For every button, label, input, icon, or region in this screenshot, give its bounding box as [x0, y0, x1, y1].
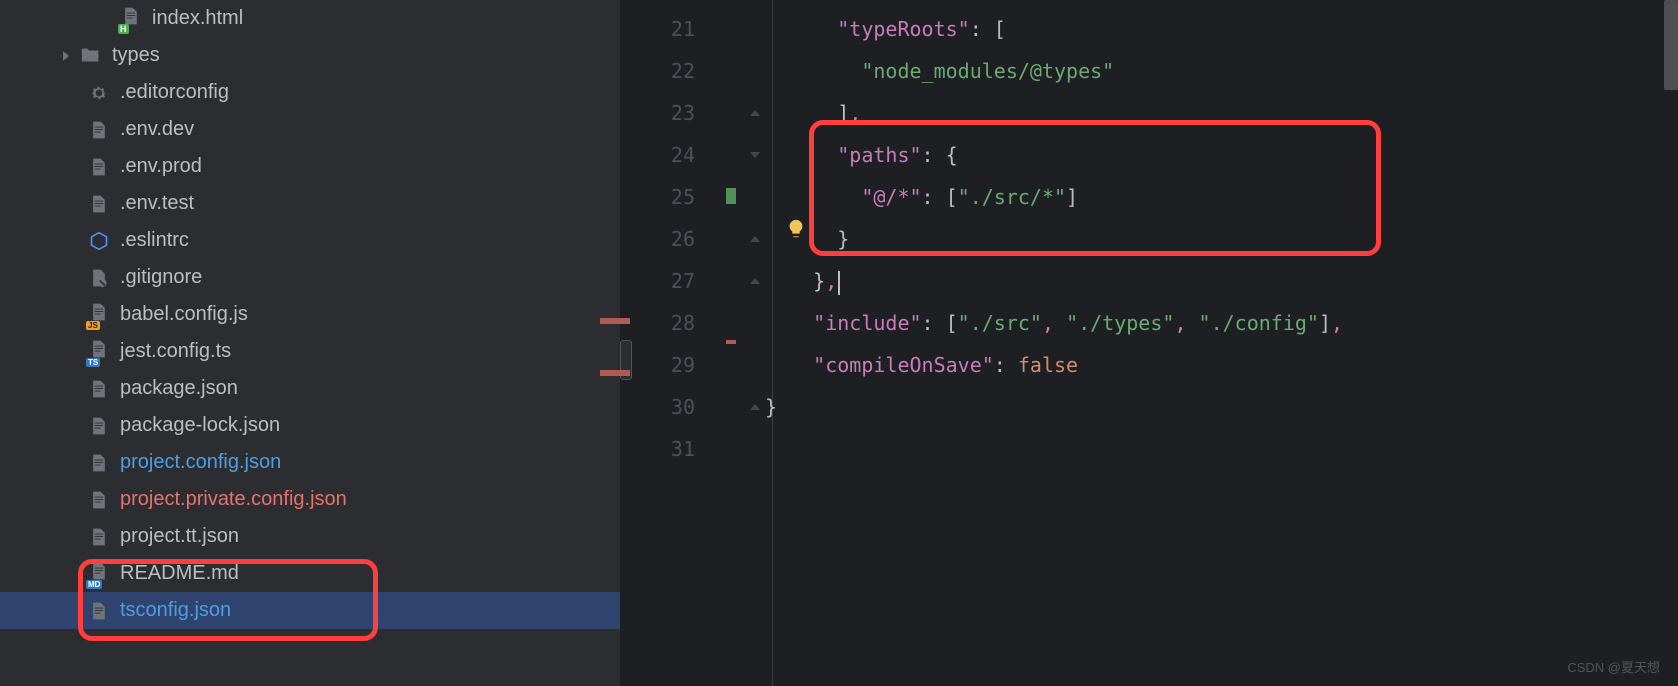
tree-item--gitignore[interactable]: .gitignore: [0, 259, 620, 296]
text-caret: [838, 271, 840, 295]
gutter-change-marker: [726, 188, 736, 204]
tree-item-label: index.html: [152, 7, 243, 30]
tree-item--env-test[interactable]: .env.test: [0, 185, 620, 222]
folder-icon: [80, 45, 102, 67]
gutter-change-marker: [726, 340, 736, 344]
scrollbar-thumb[interactable]: [1664, 0, 1678, 90]
tree-item-label: .gitignore: [120, 266, 202, 289]
code-line[interactable]: }: [765, 386, 1343, 428]
json-icon: [88, 600, 110, 622]
tree-item-label: package.json: [120, 377, 238, 400]
code-line[interactable]: },: [765, 260, 1343, 302]
tree-item-readme-md[interactable]: MD README.md: [0, 555, 620, 592]
minimap-change-marker: [600, 370, 630, 376]
intention-bulb-icon[interactable]: [785, 218, 807, 240]
code-line[interactable]: ],: [765, 92, 1343, 134]
file-icon: [88, 193, 110, 215]
js-icon: JS: [88, 304, 110, 326]
code-line[interactable]: "@/*": ["./src/*"]: [765, 176, 1343, 218]
tree-item-label: project.private.config.json: [120, 488, 347, 511]
tree-item-label: babel.config.js: [120, 303, 248, 326]
line-number: 22: [620, 50, 725, 92]
code-editor[interactable]: 2122232425262728293031 "typeRoots": [ "n…: [620, 0, 1664, 686]
html-icon: H: [120, 8, 142, 30]
minimap-change-marker: [600, 318, 630, 324]
tree-item-label: package-lock.json: [120, 414, 280, 437]
tree-item-jest-config-ts[interactable]: TS jest.config.ts: [0, 333, 620, 370]
tree-item-label: README.md: [120, 562, 239, 585]
chevron-right-icon[interactable]: [58, 48, 74, 64]
tree-item-label: project.tt.json: [120, 525, 239, 548]
watermark-text: CSDN @夏天想: [1567, 657, 1660, 676]
line-number: 25: [620, 176, 725, 218]
code-line[interactable]: [765, 428, 1343, 470]
tree-item-project-tt-json[interactable]: project.tt.json: [0, 518, 620, 555]
gitignore-icon: [88, 267, 110, 289]
line-number: 31: [620, 428, 725, 470]
tree-item-tsconfig-json[interactable]: tsconfig.json: [0, 592, 620, 629]
file-icon: [88, 119, 110, 141]
line-number: 23: [620, 92, 725, 134]
hex-icon: [88, 230, 110, 252]
line-number: 26: [620, 218, 725, 260]
tree-item--editorconfig[interactable]: .editorconfig: [0, 74, 620, 111]
line-number: 21: [620, 8, 725, 50]
code-line[interactable]: "include": ["./src", "./types", "./confi…: [765, 302, 1343, 344]
tree-item-index-html[interactable]: Hindex.html: [0, 0, 620, 37]
line-number: 24: [620, 134, 725, 176]
tree-item-label: .env.dev: [120, 118, 194, 141]
ts-icon: TS: [88, 341, 110, 363]
json-icon: [88, 526, 110, 548]
line-number: 30: [620, 386, 725, 428]
code-line[interactable]: }: [765, 218, 1343, 260]
line-number: 27: [620, 260, 725, 302]
json-icon: [88, 489, 110, 511]
tree-item--env-dev[interactable]: .env.dev: [0, 111, 620, 148]
code-line[interactable]: "paths": {: [765, 134, 1343, 176]
tree-item-label: .eslintrc: [120, 229, 189, 252]
json-icon: [88, 378, 110, 400]
tree-item-babel-config-js[interactable]: JS babel.config.js: [0, 296, 620, 333]
tree-item-package-lock-json[interactable]: package-lock.json: [0, 407, 620, 444]
md-icon: MD: [88, 563, 110, 585]
code-content[interactable]: "typeRoots": [ "node_modules/@types" ], …: [725, 0, 1343, 686]
gear-icon: [88, 82, 110, 104]
tree-item-label: project.config.json: [120, 451, 281, 474]
tree-item-project-config-json[interactable]: project.config.json: [0, 444, 620, 481]
tree-item-label: .env.test: [120, 192, 194, 215]
tree-item-label: types: [112, 44, 160, 67]
tree-item--eslintrc[interactable]: .eslintrc: [0, 222, 620, 259]
line-number-gutter: 2122232425262728293031: [620, 0, 725, 686]
tree-item-types[interactable]: types: [0, 37, 620, 74]
tree-item--env-prod[interactable]: .env.prod: [0, 148, 620, 185]
tree-item-project-private-config-json[interactable]: project.private.config.json: [0, 481, 620, 518]
tree-item-label: jest.config.ts: [120, 340, 231, 363]
line-number: 28: [620, 302, 725, 344]
tree-item-package-json[interactable]: package.json: [0, 370, 620, 407]
json-icon: [88, 452, 110, 474]
code-line[interactable]: "node_modules/@types": [765, 50, 1343, 92]
tree-item-label: tsconfig.json: [120, 599, 231, 622]
file-tree-sidebar: Hindex.html types .editorconfig .env.dev .en…: [0, 0, 620, 686]
file-icon: [88, 156, 110, 178]
line-number: 29: [620, 344, 725, 386]
code-line[interactable]: "typeRoots": [: [765, 8, 1343, 50]
tree-item-label: .editorconfig: [120, 81, 229, 104]
code-line[interactable]: "compileOnSave": false: [765, 344, 1343, 386]
editor-scrollbar[interactable]: [1664, 0, 1678, 686]
json-icon: [88, 415, 110, 437]
tree-item-label: .env.prod: [120, 155, 202, 178]
